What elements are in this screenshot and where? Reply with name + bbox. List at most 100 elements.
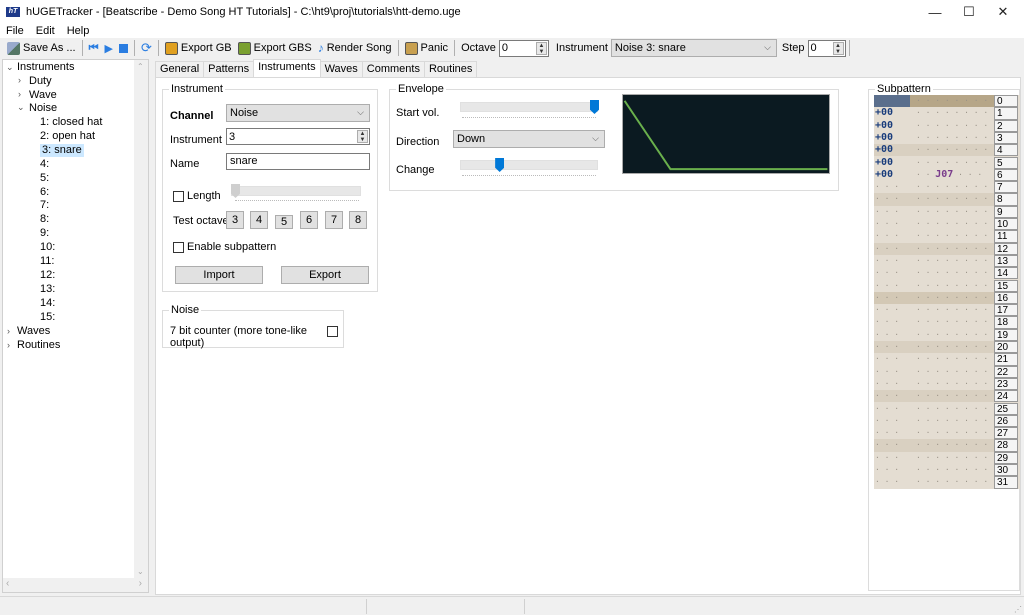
subpattern-row[interactable]: · · · · · · · · · · · ·	[874, 366, 998, 378]
collapsed-chevron-icon[interactable]: ›	[7, 340, 10, 350]
subpattern-row[interactable]: · · · · · · · · · · · ·	[874, 193, 998, 206]
tree-item-noise-instrument[interactable]: 8:	[40, 213, 49, 226]
render-song-button[interactable]: ♪ Render Song	[315, 39, 395, 57]
tree-item-noise-instrument[interactable]: 15:	[40, 311, 55, 324]
enable-subpattern-checkbox[interactable]	[173, 242, 184, 253]
tree-item-waves[interactable]: Waves	[17, 325, 50, 338]
subpattern-row[interactable]: +00 · · · · · · · · ·	[874, 132, 998, 144]
subpattern-row[interactable]: · · · · · · · · · · · ·	[874, 267, 998, 279]
close-button[interactable]: ✕	[986, 0, 1020, 24]
subpattern-row[interactable]: · · · · · · · · · · · ·	[874, 439, 998, 452]
tree-item-routines[interactable]: Routines	[17, 339, 60, 352]
subpattern-row[interactable]: · · · · · · · · · · · ·	[874, 452, 998, 464]
menu-file[interactable]: File	[0, 25, 30, 37]
subpattern-row[interactable]: +00 · · · · · · · · ·	[874, 120, 998, 132]
tree-item-noise-instrument[interactable]: 6:	[40, 186, 49, 199]
octave-6-button[interactable]: 6	[300, 211, 318, 229]
spin-arrows-icon[interactable]: ▲ ▼	[832, 41, 844, 55]
octave-4-button[interactable]: 4	[250, 211, 268, 229]
subpattern-row[interactable]: · · · · · · · · · · · ·	[874, 403, 998, 415]
menu-help[interactable]: Help	[61, 25, 96, 37]
tab-waves[interactable]: Waves	[319, 61, 363, 77]
subpattern-row[interactable]: · · · · · · · · ·	[874, 95, 998, 108]
subpattern-row[interactable]: +00 · · · · · · · · ·	[874, 107, 998, 119]
direction-select[interactable]: Down ⌵	[453, 130, 605, 148]
name-input[interactable]: snare	[226, 153, 370, 170]
spin-arrows-icon[interactable]: ▲ ▼	[357, 130, 368, 143]
minimize-button[interactable]: —	[918, 0, 952, 24]
channel-select[interactable]: Noise ⌵	[226, 104, 370, 122]
import-button[interactable]: Import	[175, 266, 263, 284]
subpattern-row[interactable]: · · · · · · · · · · · ·	[874, 280, 998, 292]
subpattern-row[interactable]: · · · · · · · · · · · ·	[874, 206, 998, 218]
save-as-button[interactable]: Save As ...	[4, 39, 79, 57]
subpattern-row[interactable]: · · · · · · · · · · · ·	[874, 341, 998, 354]
tree-item-noise-instrument[interactable]: 3: snare	[40, 143, 84, 157]
subpattern-row[interactable]: · · · · · · · · · · · ·	[874, 329, 998, 341]
subpattern-row[interactable]: · · · · · · · · · · · ·	[874, 316, 998, 328]
tree-item-noise-instrument[interactable]: 13:	[40, 283, 55, 296]
tree-item-duty[interactable]: Duty	[29, 75, 52, 88]
tab-general[interactable]: General	[155, 61, 205, 77]
subpattern-row[interactable]: · · · · · · · · · · · ·	[874, 218, 998, 230]
scroll-left-icon[interactable]: ‹	[6, 578, 9, 589]
subpattern-row[interactable]: · · · · · · · · · · · ·	[874, 427, 998, 439]
subpattern-row[interactable]: +00 · · J07 · · ·	[874, 169, 994, 181]
tree-item-wave[interactable]: Wave	[29, 89, 57, 102]
start-volume-slider[interactable]	[460, 102, 598, 112]
expanded-chevron-icon[interactable]: ⌄	[17, 102, 25, 113]
subpattern-row[interactable]: +00 · · · · · · · · ·	[874, 144, 998, 157]
collapsed-chevron-icon[interactable]: ›	[18, 75, 21, 85]
collapsed-chevron-icon[interactable]: ›	[7, 326, 10, 336]
export-gbs-button[interactable]: Export GBS	[235, 39, 315, 57]
octave-5-button[interactable]: 5	[275, 215, 293, 229]
subpattern-row[interactable]: · · · · · · · · · · · ·	[874, 464, 998, 476]
play-from-start-button[interactable]: ⏮	[86, 39, 102, 57]
tree-item-noise-instrument[interactable]: 4:	[40, 158, 49, 171]
scroll-down-icon[interactable]: ⌄	[137, 567, 144, 576]
tab-instruments[interactable]: Instruments	[253, 59, 321, 77]
tab-comments[interactable]: Comments	[361, 61, 425, 77]
tree-item-noise-instrument[interactable]: 7:	[40, 199, 49, 212]
tree-item-noise-instrument[interactable]: 9:	[40, 227, 49, 240]
export-button[interactable]: Export	[281, 266, 369, 284]
subpattern-row[interactable]: · · · · · · · · · · · ·	[874, 353, 998, 365]
subpattern-row[interactable]: · · · · · · · · · · · ·	[874, 476, 998, 488]
instrument-number-spinner[interactable]: 3 ▲ ▼	[226, 128, 370, 145]
subpattern-row[interactable]: · · · · · · · · · · · ·	[874, 255, 998, 267]
subpattern-row[interactable]: · · · · · · · · · · · ·	[874, 304, 998, 316]
subpattern-row[interactable]: · · · · · · · · · · · ·	[874, 291, 998, 305]
tree-item-noise-instrument[interactable]: 10:	[40, 241, 55, 254]
panic-button[interactable]: Panic	[402, 39, 452, 57]
play-button[interactable]: ▶	[102, 39, 116, 57]
resize-grip-icon[interactable]: ⋰	[1014, 605, 1022, 614]
menu-edit[interactable]: Edit	[30, 25, 61, 37]
octave-8-button[interactable]: 8	[349, 211, 367, 229]
collapsed-chevron-icon[interactable]: ›	[18, 89, 21, 99]
tree-item-noise-instrument[interactable]: 2: open hat	[40, 130, 95, 143]
change-slider[interactable]	[460, 160, 598, 170]
subpattern-row[interactable]: · · · · · · · · · · · ·	[874, 390, 998, 403]
tree-item-noise-instrument[interactable]: 5:	[40, 172, 49, 185]
octave-7-button[interactable]: 7	[325, 211, 343, 229]
subpattern-row[interactable]: · · · · · · · · · · · ·	[874, 415, 998, 427]
stop-button[interactable]	[116, 39, 131, 57]
subpattern-row[interactable]: · · · · · · · · · · · ·	[874, 230, 998, 242]
subpattern-row[interactable]: · · · · · · · · · · · ·	[874, 242, 998, 255]
subpattern-row[interactable]: · · · · · · · · · · · ·	[874, 181, 998, 193]
maximize-button[interactable]: ☐	[952, 0, 986, 24]
scroll-right-icon[interactable]: ›	[139, 578, 142, 589]
tree-vertical-scrollbar[interactable]: ⌃ ⌄	[134, 60, 148, 578]
subpattern-row[interactable]: · · · · · · · · · · · ·	[874, 378, 998, 390]
loop-button[interactable]: ⟳	[138, 39, 155, 57]
instrument-select[interactable]: Noise 3: snare ⌵	[610, 39, 777, 57]
tree-item-noise-instrument[interactable]: 14:	[40, 297, 55, 310]
tree-item-noise-instrument[interactable]: 11:	[40, 255, 54, 268]
step-spinner[interactable]: 0 ▲ ▼	[807, 39, 846, 57]
tree-item-instruments[interactable]: Instruments	[17, 61, 74, 74]
export-gb-button[interactable]: Export GB	[162, 39, 235, 57]
tab-patterns[interactable]: Patterns	[203, 61, 255, 77]
expanded-chevron-icon[interactable]: ⌄	[6, 62, 14, 73]
tree-item-noise-instrument[interactable]: 12:	[40, 269, 55, 282]
tree-item-noise[interactable]: Noise	[29, 102, 57, 115]
